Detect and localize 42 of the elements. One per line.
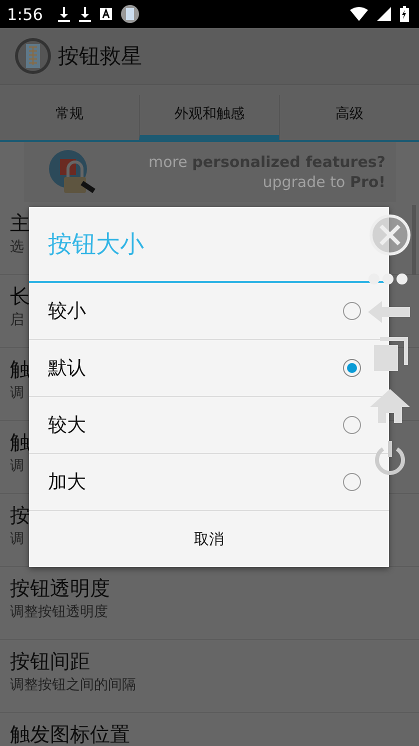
setting-title[interactable]: 触 xyxy=(10,355,30,383)
setting-subtitle: 调整按钮透明度 xyxy=(10,603,108,622)
cancel-button[interactable]: 取消 xyxy=(29,511,389,567)
setting-subtitle: 调整按钮之间的间隔 xyxy=(10,676,136,695)
radio-button[interactable] xyxy=(343,302,361,320)
app-icon xyxy=(120,5,139,23)
option-label[interactable]: 加大 xyxy=(48,469,86,495)
clock: 1:56 xyxy=(7,4,43,24)
tab[interactable]: 常规 xyxy=(0,95,139,140)
back-arrow-icon[interactable] xyxy=(368,301,412,323)
signal-icon xyxy=(377,7,391,21)
keyboard-icon xyxy=(100,8,112,20)
radio-button[interactable] xyxy=(343,359,361,377)
radio-button[interactable] xyxy=(343,473,361,491)
download-icon xyxy=(78,6,91,22)
setting-subtitle: 调 xyxy=(10,530,24,549)
battery-icon xyxy=(400,6,409,22)
power-icon[interactable] xyxy=(373,439,407,475)
setting-subtitle: 选 xyxy=(10,238,24,257)
setting-title[interactable]: 主 xyxy=(10,209,30,237)
close-icon[interactable] xyxy=(368,213,412,257)
app-logo-icon xyxy=(14,37,52,75)
tab[interactable]: 高级 xyxy=(279,95,419,140)
setting-subtitle: 启 xyxy=(10,311,24,330)
app-title: 按钮救星 xyxy=(58,43,142,70)
wifi-icon xyxy=(350,7,368,21)
setting-title[interactable]: 触发图标位置 xyxy=(10,720,130,746)
radio-button[interactable] xyxy=(343,416,361,434)
option-label[interactable]: 较大 xyxy=(48,412,86,438)
setting-title[interactable]: 按钮透明度 xyxy=(10,574,110,602)
setting-subtitle: 调 xyxy=(10,384,24,403)
setting-title[interactable]: 长 xyxy=(10,282,30,310)
setting-title[interactable]: 触 xyxy=(10,428,30,456)
option-label[interactable]: 较小 xyxy=(48,298,86,324)
download-icon xyxy=(58,6,70,22)
option-label[interactable]: 默认 xyxy=(48,355,86,381)
setting-title[interactable]: 按 xyxy=(10,501,30,529)
home-icon[interactable] xyxy=(369,387,411,425)
lock-icon xyxy=(48,149,98,195)
recent-apps-icon[interactable] xyxy=(372,337,408,373)
setting-title[interactable]: 按钮间距 xyxy=(10,647,90,675)
setting-subtitle: 调 xyxy=(10,457,24,476)
